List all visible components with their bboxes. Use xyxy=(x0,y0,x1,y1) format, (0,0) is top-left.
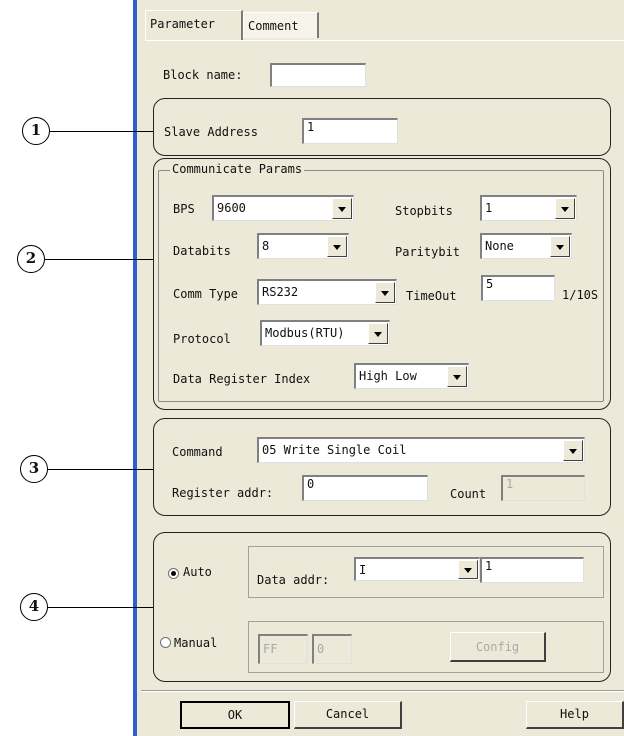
chevron-down-icon[interactable] xyxy=(550,236,570,257)
data-register-index-value: High Low xyxy=(359,369,417,383)
slave-address-label: Slave Address xyxy=(164,125,258,139)
chevron-down-icon[interactable] xyxy=(458,560,478,579)
callout-2-leader xyxy=(45,259,153,260)
chevron-down-icon[interactable] xyxy=(332,198,352,219)
auto-radio[interactable] xyxy=(168,568,179,579)
bps-value: 9600 xyxy=(217,201,246,215)
timeout-label: TimeOut xyxy=(406,289,457,303)
stopbits-select[interactable]: 1 xyxy=(480,195,577,221)
paritybit-value: None xyxy=(485,239,514,253)
block-name-input[interactable] xyxy=(270,63,366,87)
protocol-select[interactable]: Modbus(RTU) xyxy=(260,320,390,346)
bps-label: BPS xyxy=(173,202,195,216)
config-button: Config xyxy=(450,632,546,662)
chevron-down-icon[interactable] xyxy=(555,198,575,219)
command-select[interactable]: 05 Write Single Coil xyxy=(257,437,585,463)
chevron-down-icon[interactable] xyxy=(368,323,388,344)
callout-3: 3 xyxy=(20,455,48,483)
manual-label: Manual xyxy=(174,636,218,650)
command-value: 05 Write Single Coil xyxy=(262,443,407,457)
block-name-label: Block name: xyxy=(163,68,243,82)
chevron-down-icon[interactable] xyxy=(327,236,347,257)
comm-type-label: Comm Type xyxy=(173,287,239,301)
tab-page-border xyxy=(145,40,624,41)
databits-select[interactable]: 8 xyxy=(257,233,349,259)
slave-address-input[interactable]: 1 xyxy=(302,118,398,144)
protocol-label: Protocol xyxy=(173,332,231,346)
stopbits-value: 1 xyxy=(485,201,493,215)
comm-type-value: RS232 xyxy=(262,285,299,299)
chevron-down-icon[interactable] xyxy=(563,440,583,461)
command-group xyxy=(153,418,611,516)
callout-4-leader xyxy=(48,607,153,608)
footer-separator xyxy=(141,690,624,692)
command-label: Command xyxy=(172,445,223,459)
data-addr-type-select[interactable]: I xyxy=(354,557,480,581)
callout-3-leader xyxy=(48,469,153,470)
data-addr-input[interactable]: 1 xyxy=(480,557,584,583)
databits-value: 8 xyxy=(262,239,270,253)
chevron-down-icon[interactable] xyxy=(375,282,395,303)
manual-field-2: 0 xyxy=(312,634,352,664)
register-addr-label: Register addr: xyxy=(172,486,274,500)
protocol-value: Modbus(RTU) xyxy=(265,326,345,340)
ok-button[interactable]: OK xyxy=(180,701,290,729)
bps-select[interactable]: 9600 xyxy=(212,195,354,221)
data-addr-label: Data addr: xyxy=(257,573,330,587)
callout-1: 1 xyxy=(22,117,50,145)
databits-label: Databits xyxy=(173,244,231,258)
timeout-input[interactable]: 5 xyxy=(481,275,555,301)
auto-label: Auto xyxy=(183,565,212,579)
paritybit-select[interactable]: None xyxy=(480,233,572,259)
manual-field-1: FF xyxy=(258,634,308,664)
callout-4: 4 xyxy=(20,593,48,621)
data-register-index-label: Data Register Index xyxy=(173,372,311,386)
help-button[interactable]: Help xyxy=(526,701,624,729)
paritybit-label: Paritybit xyxy=(395,245,461,259)
callout-2: 2 xyxy=(17,245,45,273)
count-label: Count xyxy=(450,487,487,501)
count-input: 1 xyxy=(501,475,585,501)
comm-type-select[interactable]: RS232 xyxy=(257,279,397,305)
manual-radio[interactable] xyxy=(160,637,171,648)
cancel-button[interactable]: Cancel xyxy=(294,701,402,729)
communicate-params-legend: Communicate Params xyxy=(170,162,305,176)
timeout-unit: 1/10S xyxy=(562,288,599,302)
tab-comment[interactable]: Comment xyxy=(243,12,319,38)
stopbits-label: Stopbits xyxy=(395,204,453,218)
tab-parameter[interactable]: Parameter xyxy=(145,10,243,40)
register-addr-input[interactable]: 0 xyxy=(302,475,428,501)
callout-1-leader xyxy=(50,131,153,132)
radio-selected-dot xyxy=(171,571,176,576)
data-addr-type-value: I xyxy=(359,563,367,577)
data-register-index-select[interactable]: High Low xyxy=(354,363,469,389)
chevron-down-icon[interactable] xyxy=(447,366,467,387)
